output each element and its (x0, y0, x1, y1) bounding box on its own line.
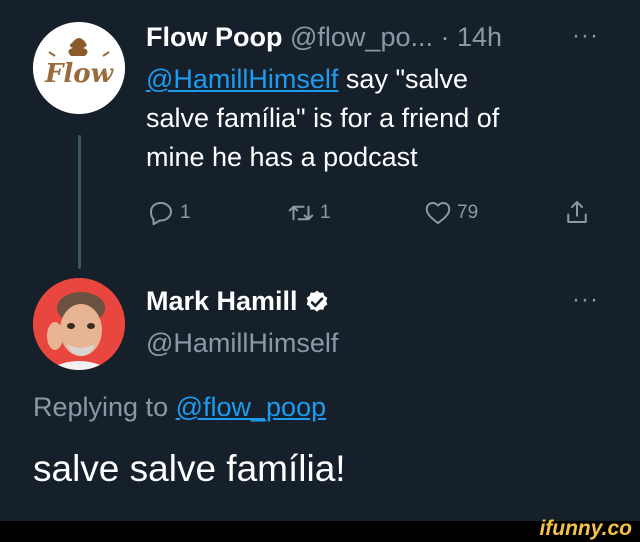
reply-count: 1 (180, 202, 191, 223)
share-icon (567, 201, 587, 223)
flow-poop-avatar[interactable]: Flow (33, 22, 125, 114)
tweet2-header: Mark Hamill (146, 286, 330, 317)
share-button[interactable] (562, 197, 592, 227)
retweet-count: 1 (320, 202, 331, 223)
svg-text:Flow: Flow (44, 59, 115, 89)
thread-connector-line (78, 135, 81, 269)
tweet1-mention-link[interactable]: @HamillHimself (146, 64, 338, 94)
ifunny-watermark: ifunny.co (539, 517, 632, 540)
reply-icon (150, 202, 172, 226)
watermark-bar: ifunny.co (0, 517, 640, 542)
retweet-icon (288, 205, 314, 221)
retweet-button[interactable]: 1 (286, 198, 331, 228)
tweet-screenshot: { "tweet1": { "display_name": "Flow Poop… (0, 0, 640, 542)
tweet2-display-name[interactable]: Mark Hamill (146, 286, 298, 317)
tweet2-text: salve salve família! (33, 448, 346, 489)
profile-photo-icon (33, 278, 125, 370)
reply-button[interactable]: 1 (146, 198, 191, 228)
replying-to-line: Replying to @flow_poop (33, 392, 327, 422)
tweet2-more-icon[interactable]: ··· (572, 286, 599, 314)
tweet1-more-icon[interactable]: ··· (572, 22, 599, 50)
tweet1-handle-time[interactable]: @flow_po... · 14h (290, 22, 502, 52)
replying-to-handle-link[interactable]: @flow_poop (176, 392, 327, 422)
tweet1-header: Flow Poop @flow_po... · 14h (146, 22, 502, 53)
flow-logo-icon: Flow (33, 22, 125, 114)
like-button[interactable]: 79 (423, 198, 478, 228)
verified-badge-icon (306, 290, 327, 312)
mark-hamill-avatar[interactable] (33, 278, 125, 370)
tweet2-handle[interactable]: @HamillHimself (146, 328, 338, 359)
tweet1-display-name[interactable]: Flow Poop (146, 22, 282, 52)
like-count: 79 (457, 202, 479, 223)
tweet1-text: @HamillHimself say "salve salve família"… (146, 64, 500, 172)
heart-icon (425, 202, 451, 224)
